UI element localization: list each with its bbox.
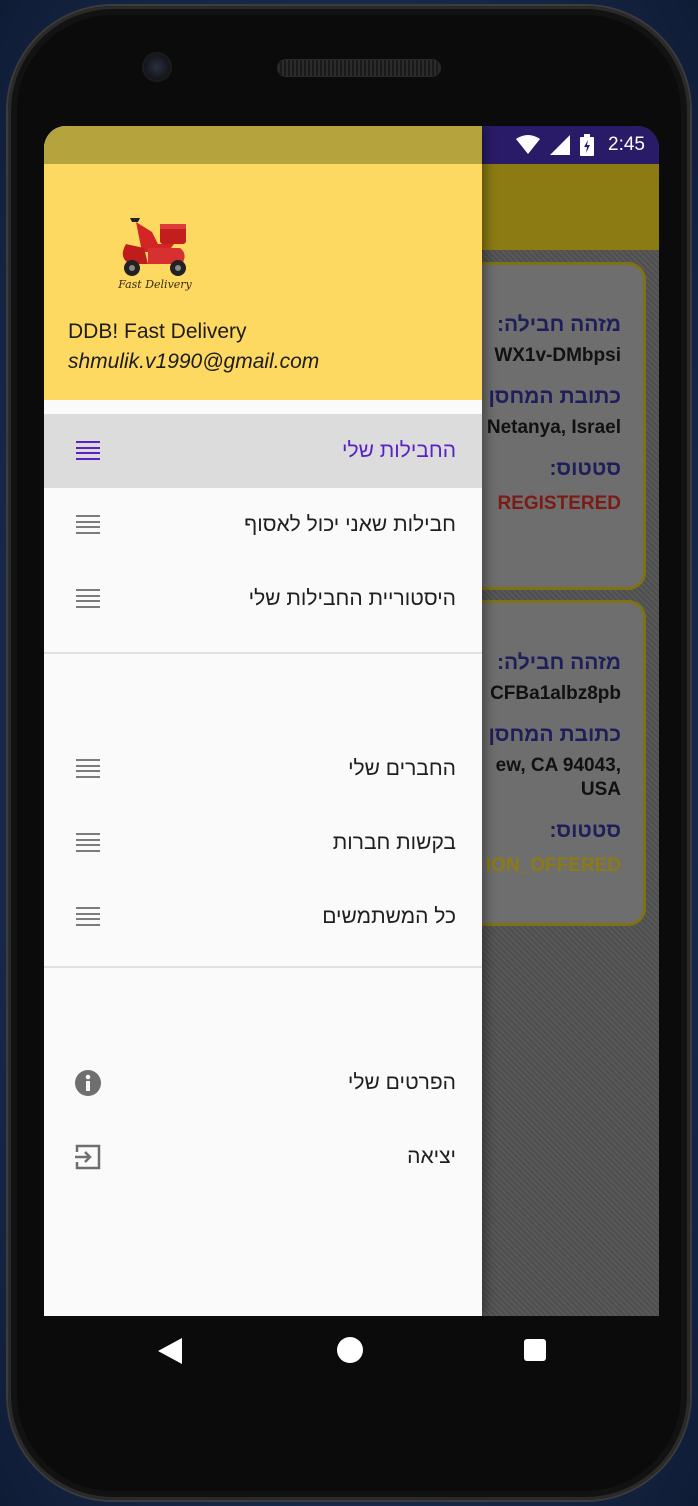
list-icon: [76, 589, 100, 609]
package-card[interactable]: מזהה חבילה: CFBa1albz8pb כתובת המחסן ew,…: [456, 600, 646, 926]
logo-text: Fast Delivery: [117, 278, 192, 291]
navigation-drawer: Fast Delivery DDB! Fast Delivery shmulik…: [44, 126, 482, 1316]
warehouse-address-value: ew, CA 94043,: [495, 755, 621, 776]
menu-item-label: יציאה: [407, 1145, 456, 1168]
warehouse-address-value: Netanya, Israel: [486, 417, 621, 438]
menu-item-my-details[interactable]: הפרטים שלי: [44, 1046, 482, 1120]
status-value: REGISTERED: [497, 493, 621, 514]
menu-item-label: החבילות שלי: [342, 439, 456, 462]
front-camera: [144, 54, 170, 80]
menu-item-all-users[interactable]: כל המשתמשים: [44, 880, 482, 954]
status-value: ION_OFFERED: [485, 855, 621, 876]
menu-item-label: היסטוריית החבילות שלי: [248, 587, 456, 610]
drawer-menu-friends: החברים שלי בקשות חברות כל המשתמשים: [44, 732, 482, 954]
package-id-label: מזהה חבילה:: [497, 651, 621, 674]
menu-item-package-history[interactable]: היסטוריית החבילות שלי: [44, 562, 482, 636]
menu-divider: [44, 966, 482, 968]
logout-icon: [75, 1144, 101, 1170]
drawer-user-name: DDB! Fast Delivery: [68, 320, 247, 343]
battery-icon: [580, 134, 595, 156]
list-icon: [76, 833, 100, 853]
status-label: סטטוס:: [549, 457, 621, 480]
menu-divider: [44, 652, 482, 654]
package-id-value: CFBa1albz8pb: [490, 683, 621, 704]
earpiece-speaker: [278, 60, 440, 76]
menu-item-label: חבילות שאני יכול לאסוף: [244, 513, 456, 536]
list-icon: [76, 515, 100, 535]
back-icon[interactable]: [158, 1338, 182, 1364]
list-icon: [76, 907, 100, 927]
signal-icon: [550, 135, 571, 155]
status-time: 2:45: [608, 134, 645, 155]
drawer-header: Fast Delivery DDB! Fast Delivery shmulik…: [44, 164, 482, 400]
menu-item-label: בקשות חברות: [332, 831, 456, 854]
info-icon: [75, 1070, 101, 1096]
warehouse-address-value-line2: USA: [580, 779, 621, 800]
menu-item-logout[interactable]: יציאה: [44, 1120, 482, 1194]
warehouse-address-label: כתובת המחסן: [488, 385, 621, 408]
menu-item-label: הפרטים שלי: [347, 1071, 456, 1094]
status-label: סטטוס:: [549, 819, 621, 842]
package-card[interactable]: מזהה חבילה: WX1v-DMbpsi כתובת המחסן Neta…: [456, 262, 646, 590]
list-icon: [76, 441, 100, 461]
drawer-status-area: [44, 126, 482, 164]
wifi-icon: [516, 135, 541, 154]
drawer-menu: החבילות שלי חבילות שאני יכול לאסוף היסטו…: [44, 414, 482, 636]
warehouse-address-label: כתובת המחסן: [488, 723, 621, 746]
drawer-menu-account: הפרטים שלי יציאה: [44, 1046, 482, 1194]
scooter-logo-icon: Fast Delivery: [117, 218, 193, 291]
menu-item-my-friends[interactable]: החברים שלי: [44, 732, 482, 806]
menu-item-packages-to-collect[interactable]: חבילות שאני יכול לאסוף: [44, 488, 482, 562]
home-icon[interactable]: [337, 1337, 363, 1363]
menu-item-label: החברים שלי: [348, 757, 456, 780]
menu-item-my-packages[interactable]: החבילות שלי: [44, 414, 482, 488]
list-icon: [76, 759, 100, 779]
package-id-label: מזהה חבילה:: [497, 313, 621, 336]
phone-frame: 2:45 מזהה חבילה: WX1v-DMbpsi כתובת המחסן…: [8, 6, 690, 1500]
menu-item-label: כל המשתמשים: [322, 905, 456, 928]
recent-apps-icon[interactable]: [524, 1339, 546, 1361]
system-nav-bar: [44, 1316, 659, 1388]
package-id-value: WX1v-DMbpsi: [494, 345, 621, 366]
drawer-user-email: shmulik.v1990@gmail.com: [68, 350, 320, 373]
screen: 2:45 מזהה חבילה: WX1v-DMbpsi כתובת המחסן…: [44, 126, 659, 1316]
menu-item-friend-requests[interactable]: בקשות חברות: [44, 806, 482, 880]
